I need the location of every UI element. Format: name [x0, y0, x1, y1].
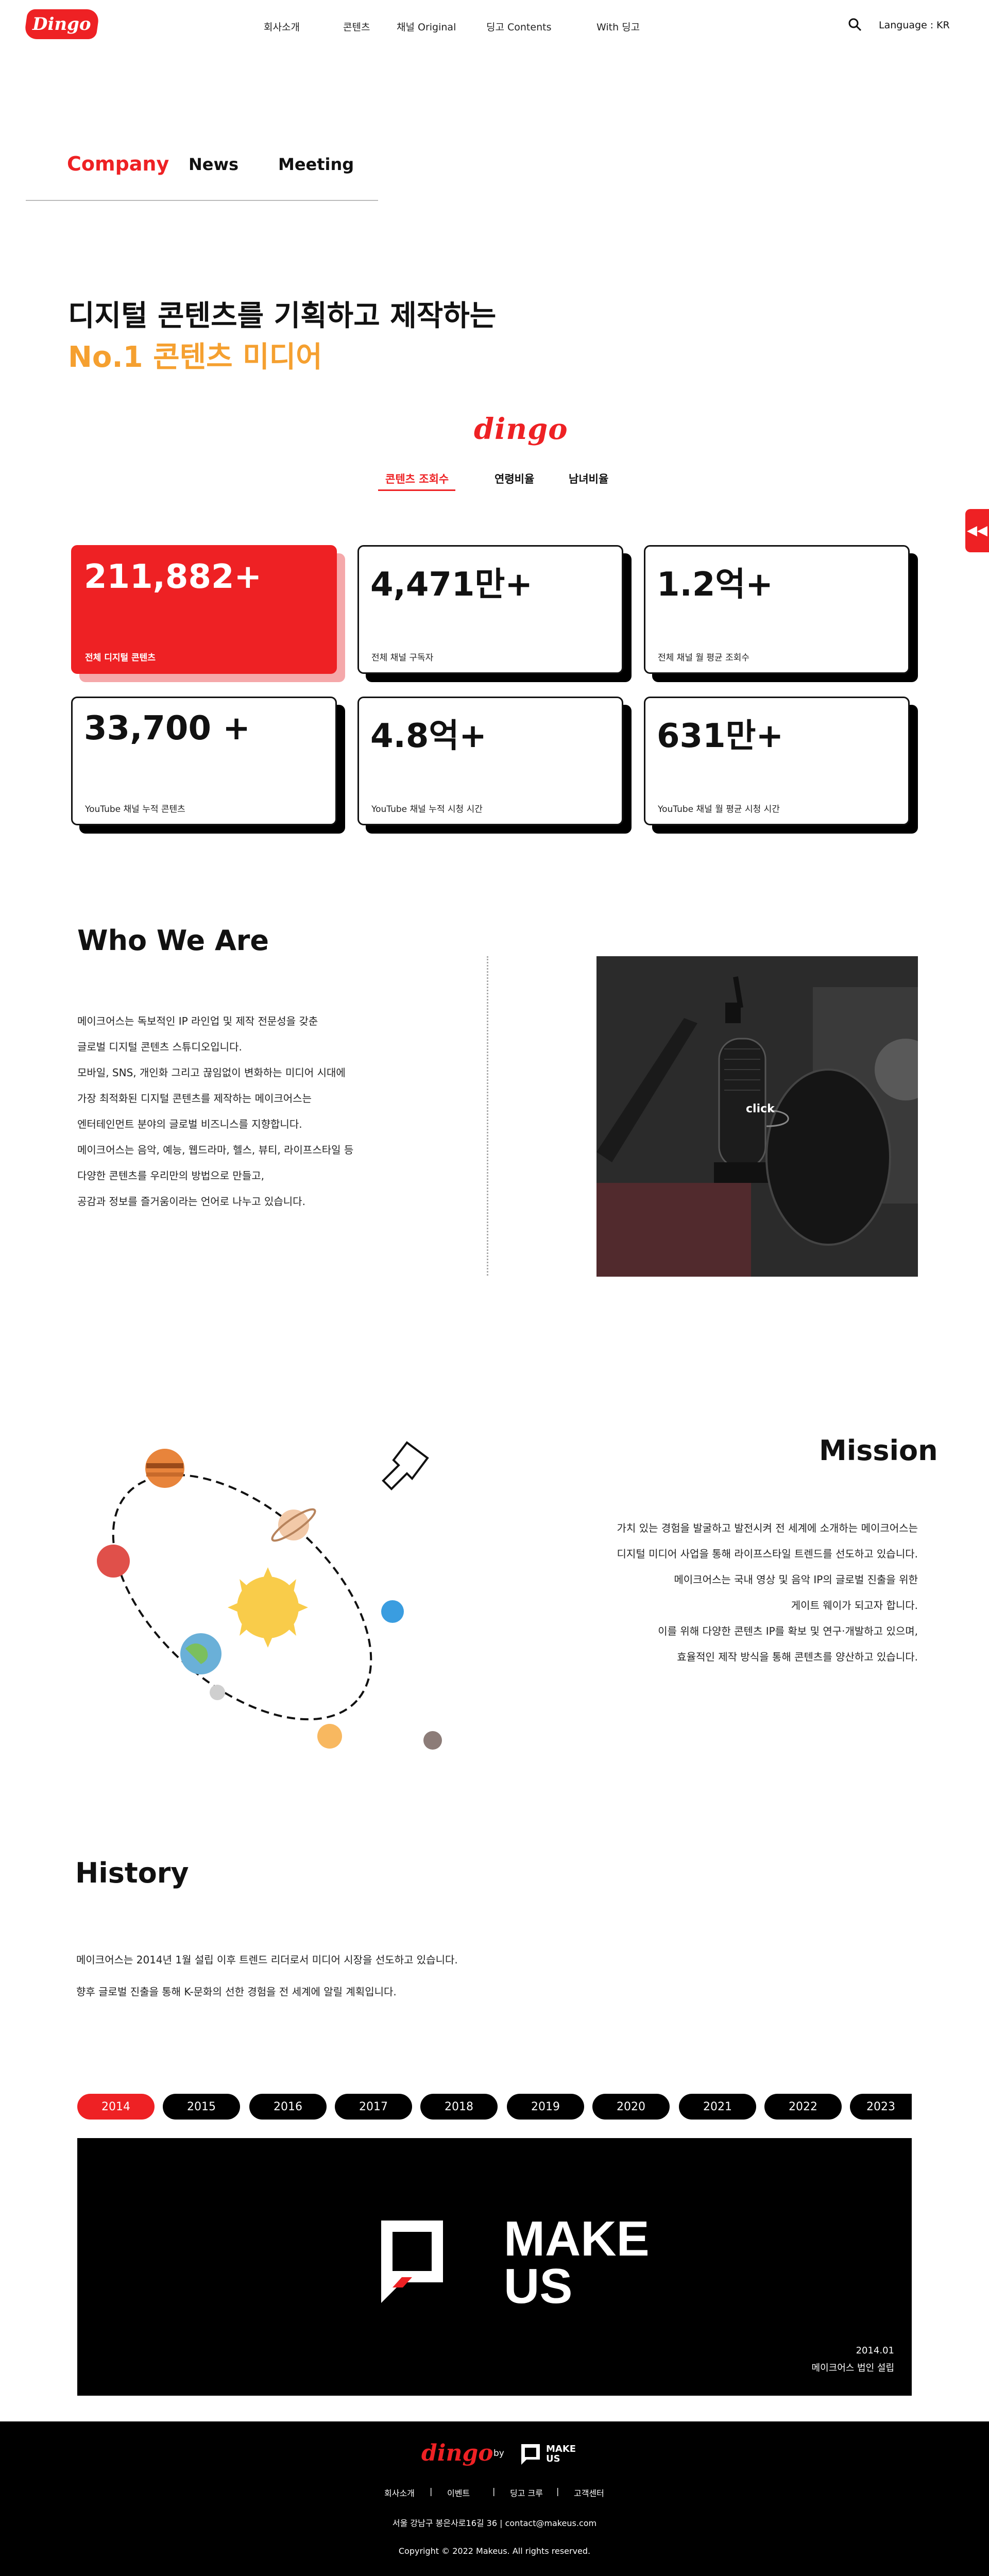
- footer-separator: |: [430, 2486, 433, 2496]
- mission-text-line: 게이트 웨이가 되고자 합니다.: [791, 1599, 918, 1612]
- year-tab[interactable]: 2020: [592, 2094, 670, 2120]
- section-divider: [487, 956, 488, 1276]
- year-tab[interactable]: 2018: [420, 2094, 498, 2120]
- stat-value: 631만+: [657, 717, 784, 755]
- history-panel: MAKE US: [77, 2138, 912, 2396]
- dingo-logo[interactable]: Dingo: [23, 9, 100, 39]
- footer-separator: |: [492, 2486, 496, 2496]
- headline-line1: 디지털 콘텐츠를 기획하고 제작하는: [68, 299, 497, 333]
- footer-address: 서울 강남구 봉은사로16길 36 | contact@makeus.com: [392, 2518, 597, 2528]
- stat-label: 전체 채널 구독자: [371, 653, 434, 663]
- who-text-line: 공감과 정보를 즐거움이라는 언어로 나누고 있습니다.: [77, 1195, 305, 1208]
- footer-by-text: by: [493, 2448, 504, 2459]
- tab-meeting[interactable]: Meeting: [278, 155, 354, 174]
- who-text-line: 모바일, SNS, 개인화 그리고 끊임없이 변화하는 미디어 시대에: [77, 1066, 346, 1079]
- double-chevron-left-icon: ◀◀: [967, 523, 987, 538]
- stat-card: 211,882+ 전체 디지털 콘텐츠: [71, 545, 337, 674]
- stat-card: 4.8억+ YouTube 채널 누적 시청 시간: [357, 697, 623, 825]
- who-text-line: 가장 최적화된 디지털 콘텐츠를 제작하는 메이크어스는: [77, 1092, 312, 1105]
- subtab-divider: [26, 200, 378, 201]
- footer-dingo-logo[interactable]: dingo: [421, 2440, 493, 2466]
- mission-title: Mission: [819, 1434, 938, 1467]
- language-select[interactable]: KR: [936, 20, 950, 31]
- year-tab[interactable]: 2019: [507, 2094, 584, 2120]
- who-text-line: 메이크어스는 독보적인 IP 라인업 및 제작 전문성을 갖춘: [77, 1015, 318, 1027]
- who-we-are-title: Who We Are: [77, 924, 269, 957]
- who-text-line: 글로벌 디지털 콘텐츠 스튜디오입니다.: [77, 1041, 242, 1053]
- makeus-wordmark-line2: US: [504, 2259, 573, 2314]
- history-event-desc: 메이크어스 법인 설립: [811, 2363, 894, 2374]
- mission-text-line: 이를 위해 다양한 콘텐츠 IP를 확보 및 연구·개발하고 있으며,: [658, 1625, 918, 1637]
- history-text-line: 향후 글로벌 진출을 통해 K-문화의 선한 경험을 전 세계에 알릴 계획입니…: [76, 1986, 397, 1998]
- language-label: Language :: [879, 20, 934, 31]
- footer-makeus-logo-mark: [521, 2444, 540, 2465]
- footer-link-crew[interactable]: 딩고 크루: [510, 2486, 543, 2499]
- stat-card: 4,471만+ 전체 채널 구독자: [357, 545, 623, 674]
- footer-copyright: Copyright © 2022 Makeus. All rights rese…: [398, 2546, 591, 2556]
- footer-link-event[interactable]: 이벤트: [447, 2486, 470, 2499]
- footer-separator: |: [556, 2486, 559, 2496]
- year-tab[interactable]: 2021: [679, 2094, 756, 2120]
- year-tab[interactable]: 2023: [850, 2094, 912, 2120]
- microphone-illustration: [596, 956, 918, 1277]
- footer-link-support[interactable]: 고객센터: [574, 2486, 604, 2499]
- stat-label: YouTube 채널 월 평균 시청 시간: [658, 804, 780, 815]
- stat-label: YouTube 채널 누적 시청 시간: [371, 804, 483, 815]
- footer-makeus-wordmark-line2: US: [546, 2453, 560, 2464]
- makeus-wordmark: MAKE US: [504, 2211, 650, 2314]
- tab-company[interactable]: Company: [67, 152, 169, 175]
- nav-company[interactable]: 회사소개: [264, 20, 300, 33]
- history-title: History: [75, 1857, 189, 1889]
- footer-link-company[interactable]: 회사소개: [384, 2486, 415, 2499]
- stat-card: 1.2억+ 전체 채널 월 평균 조회수: [644, 545, 910, 674]
- nav-contents[interactable]: 콘텐츠: [343, 20, 370, 33]
- stat-value: 33,700 +: [84, 709, 250, 748]
- site-header: Dingo 회사소개 콘텐츠 채널 Original 딩고 Contents W…: [0, 0, 989, 49]
- search-icon[interactable]: [848, 18, 862, 32]
- who-text-line: 메이크어스는 음악, 예능, 웹드라마, 헬스, 뷰티, 라이프스타일 등: [77, 1144, 354, 1156]
- tab-news[interactable]: News: [189, 155, 238, 174]
- microphone-photo[interactable]: [596, 956, 918, 1277]
- stat-card: 631만+ YouTube 채널 월 평균 시청 시간: [644, 697, 910, 825]
- nav-with-dingo[interactable]: With 딩고: [596, 20, 640, 33]
- nav-channel-original[interactable]: 채널 Original: [397, 20, 456, 33]
- year-tab[interactable]: 2014: [77, 2094, 155, 2120]
- makeus-wordmark-line1: MAKE: [504, 2211, 650, 2266]
- history-event-date: 2014.01: [856, 2345, 894, 2356]
- footer-makeus-wordmark-line1: MAKE: [546, 2444, 576, 2454]
- year-tab[interactable]: 2017: [335, 2094, 412, 2120]
- stat-value: 211,882+: [84, 558, 262, 596]
- tab-age-ratio[interactable]: 연령비율: [494, 471, 534, 486]
- nav-dingo-contents[interactable]: 딩고 Contents: [486, 20, 551, 33]
- active-tab-underline: [378, 489, 455, 491]
- year-tab[interactable]: 2015: [163, 2094, 240, 2120]
- mission-text-line: 가치 있는 경험을 발굴하고 발전시켜 전 세계에 소개하는 메이크어스는: [617, 1522, 918, 1534]
- mission-text-line: 효율적인 제작 방식을 통해 콘텐츠를 양산하고 있습니다.: [677, 1651, 918, 1663]
- side-toggle-button[interactable]: ◀◀: [965, 509, 989, 552]
- footer-makeus-wordmark: MAKE US: [546, 2444, 576, 2464]
- year-tab[interactable]: 2016: [249, 2094, 327, 2120]
- mission-text-line: 메이크어스는 국내 영상 및 음악 IP의 글로벌 진출을 위한: [674, 1573, 918, 1586]
- photo-click-label[interactable]: click: [746, 1103, 775, 1115]
- year-tab[interactable]: 2022: [764, 2094, 842, 2120]
- stat-value: 1.2억+: [657, 566, 773, 604]
- tab-gender-ratio[interactable]: 남녀비율: [569, 471, 608, 486]
- tab-content-views[interactable]: 콘텐츠 조회수: [385, 471, 449, 486]
- stat-label: 전체 채널 월 평균 조회수: [658, 653, 750, 663]
- stat-card: 33,700 + YouTube 채널 누적 콘텐츠: [71, 697, 337, 825]
- headline-line2: No.1 콘텐츠 미디어: [68, 341, 322, 374]
- stat-value: 4.8억+: [370, 717, 487, 755]
- stat-label: YouTube 채널 누적 콘텐츠: [85, 804, 185, 815]
- solar-system-illustration: [97, 1441, 442, 1750]
- who-text-line: 다양한 콘텐츠를 우리만의 방법으로 만들고,: [77, 1170, 264, 1182]
- stat-value: 4,471만+: [370, 566, 533, 604]
- makeus-logo-mark: [381, 2221, 443, 2303]
- history-text-line: 메이크어스는 2014년 1월 설립 이후 트렌드 리더로서 미디어 시장을 선…: [76, 1954, 458, 1966]
- who-text-line: 엔터테인먼트 분야의 글로벌 비즈니스를 지향합니다.: [77, 1118, 302, 1130]
- stat-label: 전체 디지털 콘텐츠: [85, 653, 156, 663]
- dingo-logo-center: dingo: [474, 412, 568, 446]
- mission-text-line: 디지털 미디어 사업을 통해 라이프스타일 트렌드를 선도하고 있습니다.: [617, 1548, 918, 1560]
